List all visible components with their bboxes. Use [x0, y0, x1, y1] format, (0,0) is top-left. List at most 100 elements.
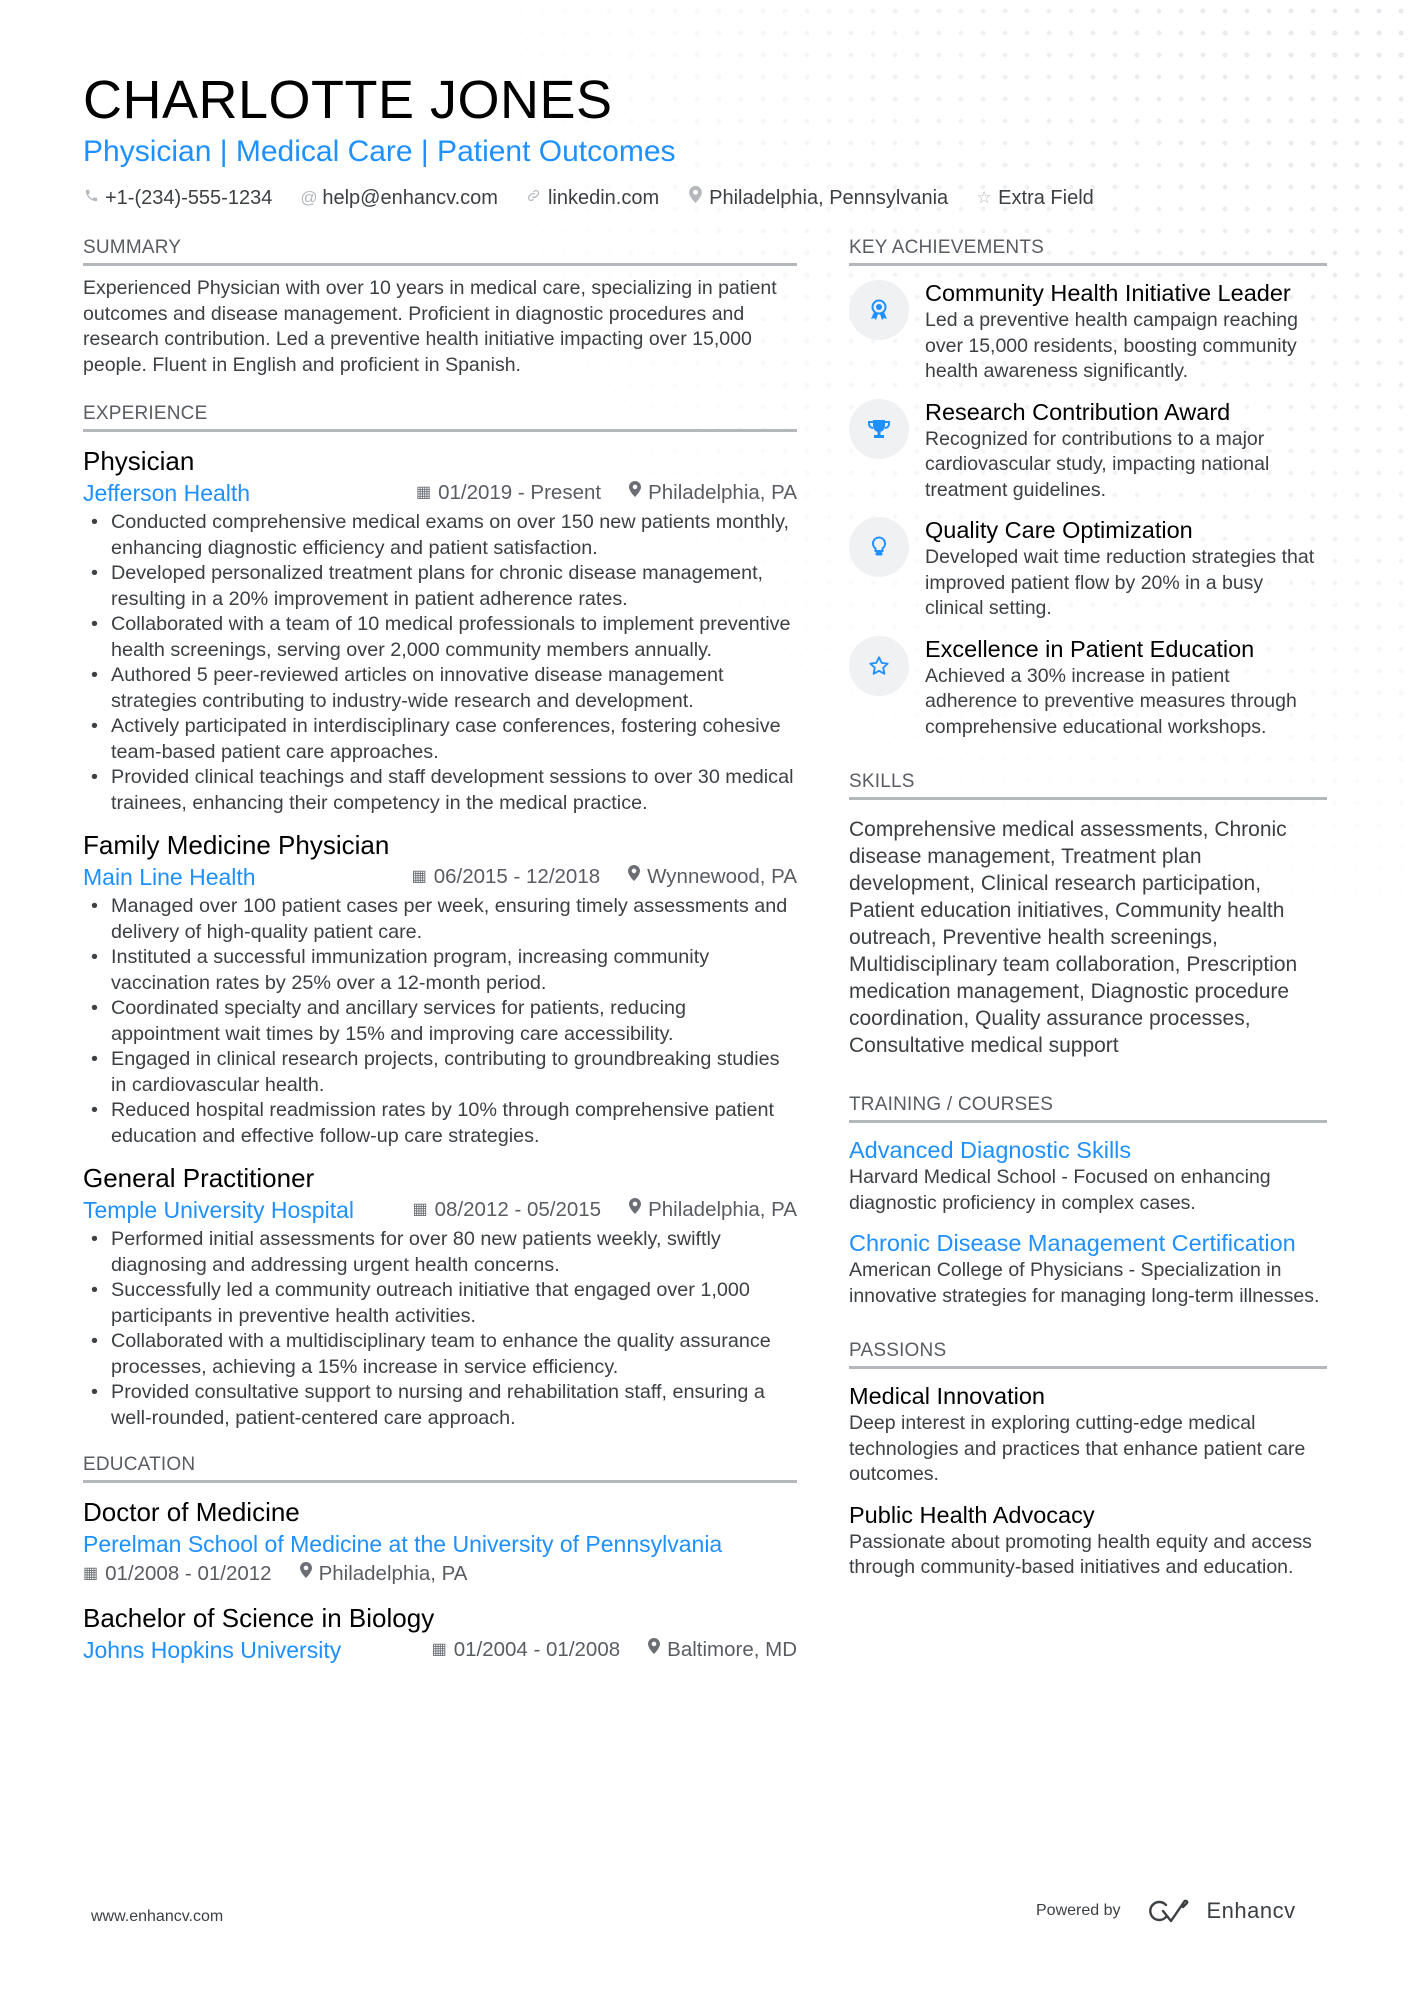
bullet-item: Coordinated specialty and ancillary serv…	[83, 996, 797, 1047]
calendar-icon: ▦	[415, 484, 432, 501]
candidate-title: Physician | Medical Care | Patient Outco…	[83, 135, 676, 168]
bullet-item: Performed initial assessments for over 8…	[83, 1227, 797, 1278]
link-icon	[526, 186, 542, 210]
job-location: Philadelphia, PA	[648, 1198, 797, 1221]
contact-location: Philadelphia, Pennsylvania	[687, 186, 948, 210]
course-title[interactable]: Advanced Diagnostic Skills	[849, 1135, 1327, 1165]
star-icon	[849, 635, 909, 696]
star-icon: ☆	[976, 188, 992, 207]
section-heading: KEY ACHIEVEMENTS	[849, 236, 1327, 266]
footer-branding: Powered by Enhancv	[1036, 1898, 1296, 1924]
location-icon	[629, 1195, 642, 1225]
achievement-item: Research Contribution Award Recognized f…	[849, 397, 1327, 504]
job-title: Family Medicine Physician	[83, 830, 390, 860]
achievement-description: Led a preventive health campaign reachin…	[925, 309, 1298, 382]
job-location: Philadelphia, PA	[648, 481, 797, 504]
achievement-description: Recognized for contributions to a major …	[925, 427, 1270, 501]
education-entry: Doctor of Medicine Perelman School of Me…	[83, 1495, 797, 1589]
left-column: SUMMARY Experienced Physician with over …	[83, 236, 797, 1689]
candidate-name: CHARLOTTE JONES	[83, 70, 613, 130]
lightbulb-icon	[849, 517, 909, 577]
enhancv-logo[interactable]: Enhancv	[1148, 1898, 1296, 1924]
contact-linkedin-text: linkedin.com	[547, 187, 660, 209]
passion-description: Deep interest in exploring cutting-edge …	[849, 1412, 1306, 1485]
bullet-item: Actively participated in interdisciplina…	[83, 714, 797, 765]
section-heading: SKILLS	[849, 770, 1327, 800]
contact-email[interactable]: @ help@enhancv.com	[300, 186, 498, 210]
section-heading: EDUCATION	[83, 1453, 797, 1483]
resume-page: CHARLOTTE JONES Physician | Medical Care…	[0, 0, 1410, 1995]
job-entry: General Practitioner Temple University H…	[83, 1161, 797, 1431]
calendar-icon: ▦	[412, 1201, 428, 1218]
job-bullets: Conducted comprehensive medical exams on…	[83, 510, 797, 816]
trophy-icon	[849, 398, 909, 459]
section-heading: EXPERIENCE	[83, 402, 797, 432]
achievement-title: Research Contribution Award	[925, 398, 1231, 425]
contact-extra: ☆ Extra Field	[976, 186, 1094, 210]
contact-phone[interactable]: +1-(234)-555-1234	[83, 186, 272, 210]
degree: Bachelor of Science in Biology	[83, 1603, 435, 1633]
phone-icon	[83, 186, 99, 210]
section-heading: PASSIONS	[849, 1339, 1327, 1369]
achievement-item: Quality Care Optimization Developed wait…	[849, 515, 1327, 622]
achievement-title: Quality Care Optimization	[925, 517, 1193, 543]
calendar-icon: ▦	[411, 868, 427, 885]
experience-section: EXPERIENCE Physician Jefferson Health ▦ 0…	[83, 402, 797, 1431]
contact-extra-text: Extra Field	[998, 187, 1094, 209]
at-icon: @	[300, 188, 318, 207]
footer-website[interactable]: www.enhancv.com	[91, 1908, 223, 1926]
job-dates: 01/2019 - Present	[438, 481, 602, 504]
employer-name[interactable]: Temple University Hospital	[83, 1195, 354, 1225]
summary-section: SUMMARY Experienced Physician with over …	[83, 236, 797, 378]
job-bullets: Managed over 100 patient cases per week,…	[83, 894, 797, 1149]
education-meta: Johns Hopkins University ▦ 01/2004 - 01/2…	[83, 1635, 797, 1665]
achievements-section: KEY ACHIEVEMENTS Community Health Initia…	[849, 236, 1327, 740]
achievement-description: Achieved a 30% increase in patient adher…	[925, 664, 1297, 738]
bullet-item: Authored 5 peer-reviewed articles on inn…	[83, 663, 797, 714]
passion-description: Passionate about promoting health equity…	[849, 1530, 1312, 1579]
achievement-title: Community Health Initiative Leader	[925, 280, 1291, 306]
achievement-title: Excellence in Patient Education	[925, 635, 1255, 662]
job-dates: 08/2012 - 05/2015	[434, 1198, 602, 1221]
award-ribbon-icon	[849, 280, 909, 340]
bullet-item: Reduced hospital readmission rates by 10…	[83, 1098, 797, 1149]
bullet-item: Successfully led a community outreach in…	[83, 1278, 797, 1329]
contact-linkedin[interactable]: linkedin.com	[526, 186, 659, 210]
passions-section: PASSIONS Medical Innovation Deep interes…	[849, 1339, 1327, 1581]
resume-header: CHARLOTTE JONES Physician | Medical Care…	[83, 68, 1333, 210]
passion-title: Medical Innovation	[849, 1383, 1045, 1409]
job-meta: Jefferson Health ▦ 01/2019 - Present Phil…	[83, 478, 797, 508]
degree: Doctor of Medicine	[83, 1497, 300, 1527]
training-section: TRAINING / COURSES Advanced Diagnostic S…	[849, 1093, 1327, 1309]
location-icon	[299, 1559, 312, 1589]
section-heading: TRAINING / COURSES	[849, 1093, 1327, 1123]
education-dates: 01/2008 - 01/2012	[105, 1562, 272, 1585]
location-icon	[648, 1635, 661, 1665]
calendar-icon: ▦	[431, 1641, 447, 1658]
skills-text: Comprehensive medical assessments, Chron…	[849, 818, 1298, 1057]
job-title: Physician	[83, 446, 195, 476]
passion-item: Medical Innovation Deep interest in expl…	[849, 1381, 1327, 1488]
bullet-item: Managed over 100 patient cases per week,…	[83, 894, 797, 945]
location-icon	[628, 862, 641, 892]
bullet-item: Collaborated with a multidisciplinary te…	[83, 1329, 797, 1380]
skills-section: SKILLS Comprehensive medical assessments…	[849, 770, 1327, 1059]
employer-name[interactable]: Main Line Health	[83, 862, 256, 892]
school-name[interactable]: Perelman School of Medicine at the Unive…	[83, 1529, 797, 1559]
job-entry: Physician Jefferson Health ▦ 01/2019 - Pr…	[83, 444, 797, 816]
course-title[interactable]: Chronic Disease Management Certification	[849, 1228, 1327, 1258]
bullet-item: Provided consultative support to nursing…	[83, 1380, 797, 1431]
location-icon	[629, 478, 642, 508]
passion-item: Public Health Advocacy Passionate about …	[849, 1500, 1327, 1581]
calendar-icon: ▦	[83, 1565, 99, 1582]
powered-by-label: Powered by	[1036, 1902, 1121, 1919]
section-heading: SUMMARY	[83, 236, 797, 266]
enhancv-logo-icon	[1148, 1899, 1188, 1923]
passion-title: Public Health Advocacy	[849, 1501, 1095, 1528]
achievement-description: Developed wait time reduction strategies…	[925, 546, 1315, 619]
employer-name[interactable]: Jefferson Health	[83, 478, 250, 508]
bullet-item: Instituted a successful immunization pro…	[83, 945, 797, 996]
school-name[interactable]: Johns Hopkins University	[83, 1635, 341, 1665]
achievement-item: Excellence in Patient Education Achieved…	[849, 634, 1327, 741]
course-description: American College of Physicians - Special…	[849, 1259, 1320, 1307]
